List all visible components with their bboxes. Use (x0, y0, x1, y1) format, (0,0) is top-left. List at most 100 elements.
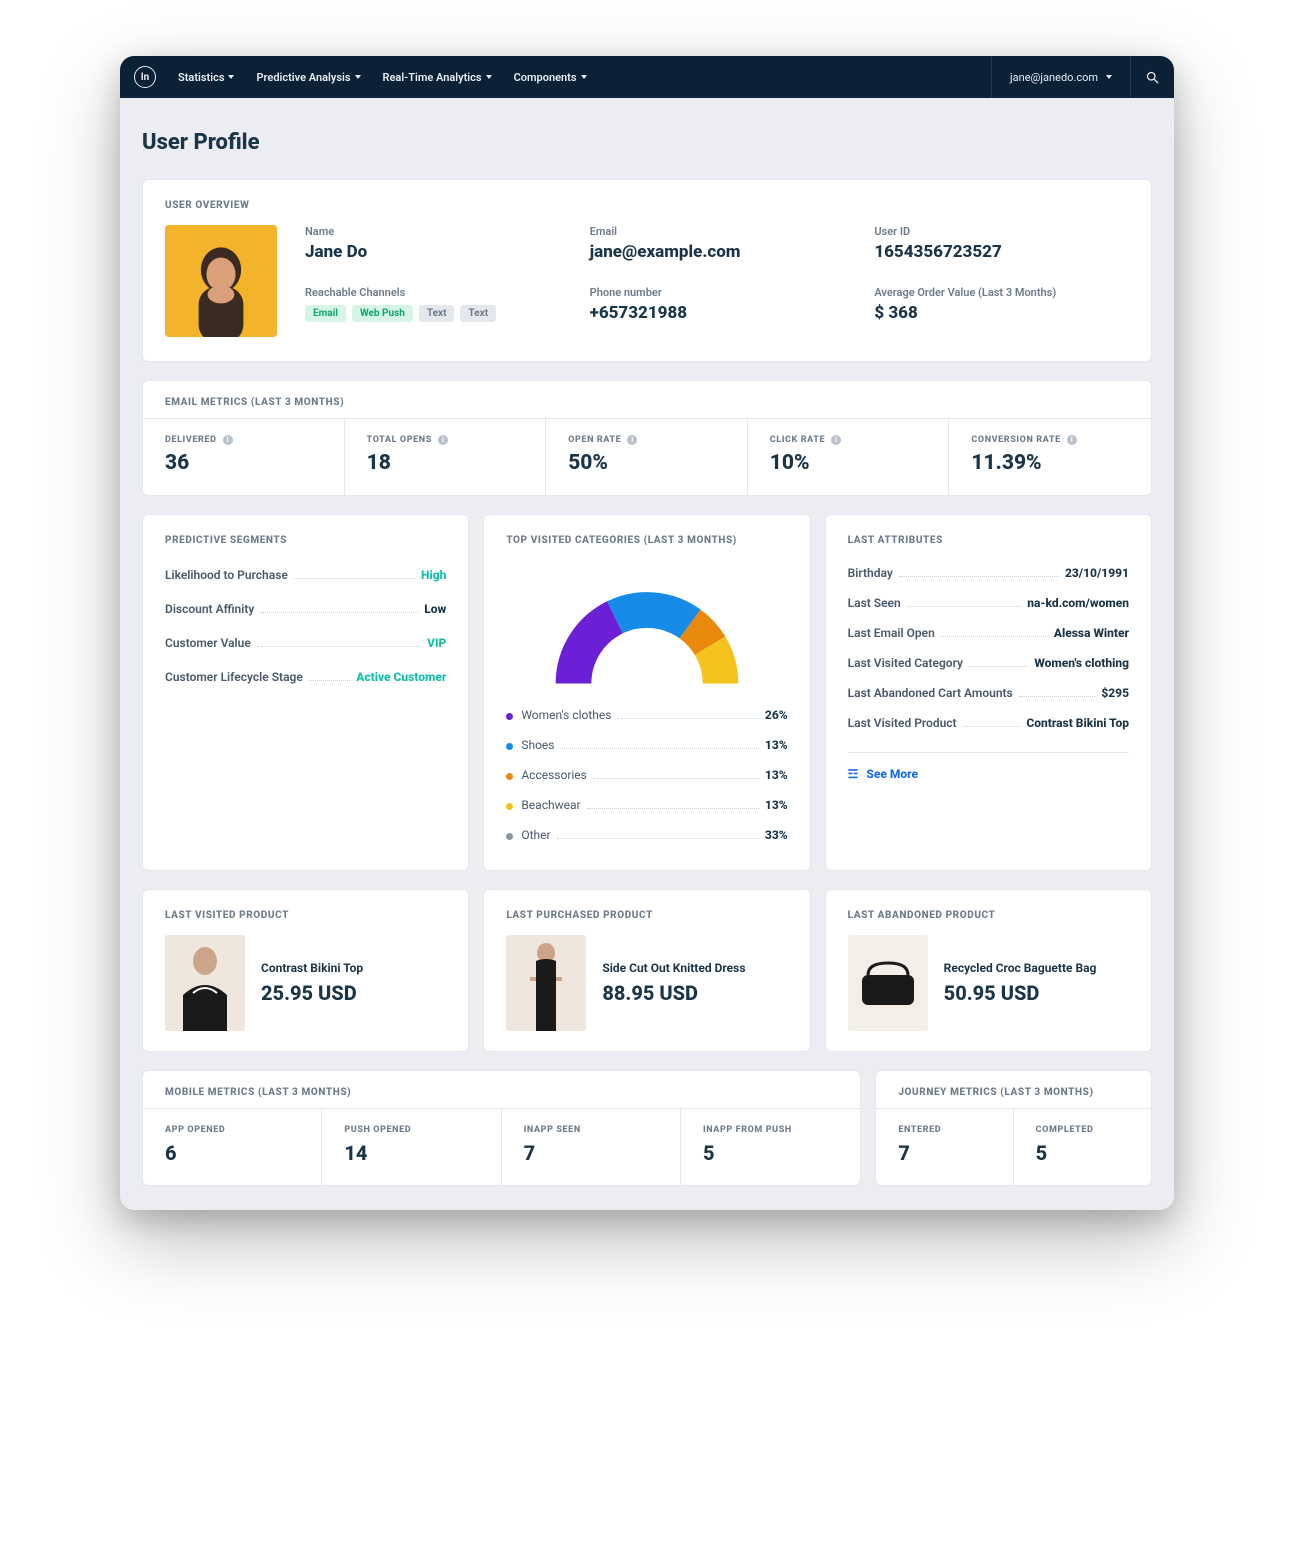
metric-cell: DELIVEREDi 36 (143, 419, 345, 495)
phone-value: +657321988 (590, 303, 845, 323)
nav-user-menu[interactable]: jane@janedo.com (991, 56, 1130, 98)
metric-cell: INAPP FROM PUSH5 (681, 1109, 860, 1185)
product-price: 50.95 USD (944, 981, 1097, 1005)
email-metrics-row: DELIVEREDi 36 TOTAL OPENSi 18 OPEN RATEi… (143, 418, 1151, 495)
channel-chip: Web Push (352, 305, 413, 322)
app-window: In Statistics Predictive Analysis Real-T… (120, 56, 1174, 1210)
info-icon[interactable]: i (223, 435, 233, 445)
metric-value: 50% (568, 451, 725, 475)
journey-metrics-card: JOURNEY METRICS (LAST 3 MONTHS) ENTERED7… (875, 1070, 1152, 1186)
logo-icon: In (134, 66, 156, 88)
email-value: jane@example.com (590, 242, 845, 262)
aov-value: $ 368 (874, 303, 1129, 323)
product-price: 88.95 USD (602, 981, 745, 1005)
metric-cell: COMPLETED5 (1014, 1109, 1151, 1185)
nav-components[interactable]: Components (514, 71, 587, 84)
section-title: LAST ABANDONED PRODUCT (848, 910, 1129, 921)
channels-list: Email Web Push Text Text (305, 305, 560, 322)
attribute-row: Birthday23/10/1991 (848, 558, 1129, 588)
search-button[interactable] (1130, 56, 1174, 98)
product-image (165, 935, 245, 1031)
segment-row: Customer Lifecycle StageActive Customer (165, 660, 446, 694)
donut-chart (542, 566, 752, 696)
product-price: 25.95 USD (261, 981, 363, 1005)
metric-cell: CLICK RATEi 10% (748, 419, 950, 495)
legend-row: Beachwear13% (506, 790, 787, 820)
attribute-row: Last Abandoned Cart Amounts$295 (848, 678, 1129, 708)
metric-cell: APP OPENED6 (143, 1109, 322, 1185)
user-overview-card: USER OVERVIEW Name (142, 179, 1152, 362)
metric-cell: ENTERED7 (876, 1109, 1013, 1185)
name-label: Name (305, 225, 560, 238)
legend-row: Shoes13% (506, 730, 787, 760)
nav-predictive[interactable]: Predictive Analysis (256, 71, 360, 84)
legend-row: Other33% (506, 820, 787, 850)
metric-cell: TOTAL OPENSi 18 (345, 419, 547, 495)
avatar (165, 225, 277, 337)
name-value: Jane Do (305, 242, 560, 262)
search-icon (1145, 70, 1160, 85)
list-icon: ☲ (848, 767, 859, 781)
section-title: LAST PURCHASED PRODUCT (506, 910, 787, 921)
see-more-button[interactable]: ☲ See More (848, 752, 1129, 781)
legend-row: Women's clothes26% (506, 700, 787, 730)
swatch-icon (506, 713, 513, 720)
email-label: Email (590, 225, 845, 238)
product-name: Contrast Bikini Top (261, 961, 363, 975)
chevron-down-icon (486, 75, 492, 79)
chevron-down-icon (228, 75, 234, 79)
nav-statistics[interactable]: Statistics (178, 71, 234, 84)
metric-cell: CONVERSION RATEi 11.39% (949, 419, 1151, 495)
section-title: MOBILE METRICS (LAST 3 MONTHS) (165, 1087, 838, 1098)
chevron-down-icon (1106, 75, 1112, 79)
phone-label: Phone number (590, 286, 845, 299)
chevron-down-icon (581, 75, 587, 79)
channels-label: Reachable Channels (305, 286, 560, 299)
metric-value: 36 (165, 451, 322, 475)
last-abandoned-product-card: LAST ABANDONED PRODUCT Recycled Croc Bag… (825, 889, 1152, 1052)
attribute-row: Last Email OpenAlessa Winter (848, 618, 1129, 648)
info-icon[interactable]: i (1067, 435, 1077, 445)
avatar-image (165, 225, 277, 337)
section-title: LAST ATTRIBUTES (848, 535, 1129, 546)
product-image (506, 935, 586, 1031)
legend-row: Accessories13% (506, 760, 787, 790)
attribute-row: Last Seenna-kd.com/women (848, 588, 1129, 618)
product-image (848, 935, 928, 1031)
attributes-card: LAST ATTRIBUTES Birthday23/10/1991 Last … (825, 514, 1152, 871)
metric-cell: PUSH OPENED14 (322, 1109, 501, 1185)
last-purchased-product-card: LAST PURCHASED PRODUCT Side Cut Out Knit… (483, 889, 810, 1052)
attribute-row: Last Visited ProductContrast Bikini Top (848, 708, 1129, 738)
email-metrics-card: EMAIL METRICS (LAST 3 MONTHS) DELIVEREDi… (142, 380, 1152, 496)
swatch-icon (506, 803, 513, 810)
section-title: TOP VISITED CATEGORIES (LAST 3 MONTHS) (506, 535, 787, 546)
swatch-icon (506, 773, 513, 780)
nav-realtime[interactable]: Real-Time Analytics (383, 71, 492, 84)
segment-row: Likelihood to PurchaseHigh (165, 558, 446, 592)
product-name: Recycled Croc Baguette Bag (944, 961, 1097, 975)
segment-row: Discount AffinityLow (165, 592, 446, 626)
section-title: PREDICTIVE SEGMENTS (165, 535, 446, 546)
section-title: EMAIL METRICS (LAST 3 MONTHS) (165, 397, 1129, 408)
segment-row: Customer ValueVIP (165, 626, 446, 660)
nav-user-email: jane@janedo.com (1010, 71, 1098, 84)
mobile-metrics-card: MOBILE METRICS (LAST 3 MONTHS) APP OPENE… (142, 1070, 861, 1186)
swatch-icon (506, 743, 513, 750)
aov-label: Average Order Value (Last 3 Months) (874, 286, 1129, 299)
attribute-row: Last Visited CategoryWomen's clothing (848, 648, 1129, 678)
metric-value: 10% (770, 451, 927, 475)
page-title: User Profile (142, 130, 1152, 155)
metric-value: 11.39% (971, 451, 1129, 475)
info-icon[interactable]: i (627, 435, 637, 445)
product-name: Side Cut Out Knitted Dress (602, 961, 745, 975)
channel-chip: Email (305, 305, 346, 322)
info-icon[interactable]: i (438, 435, 448, 445)
metric-value: 18 (367, 451, 524, 475)
section-title: USER OVERVIEW (165, 200, 1129, 211)
channel-chip: Text (460, 305, 496, 322)
info-icon[interactable]: i (831, 435, 841, 445)
metric-cell: OPEN RATEi 50% (546, 419, 748, 495)
last-visited-product-card: LAST VISITED PRODUCT Contrast Bikini Top… (142, 889, 469, 1052)
categories-card: TOP VISITED CATEGORIES (LAST 3 MONTHS) (483, 514, 810, 871)
swatch-icon (506, 833, 513, 840)
